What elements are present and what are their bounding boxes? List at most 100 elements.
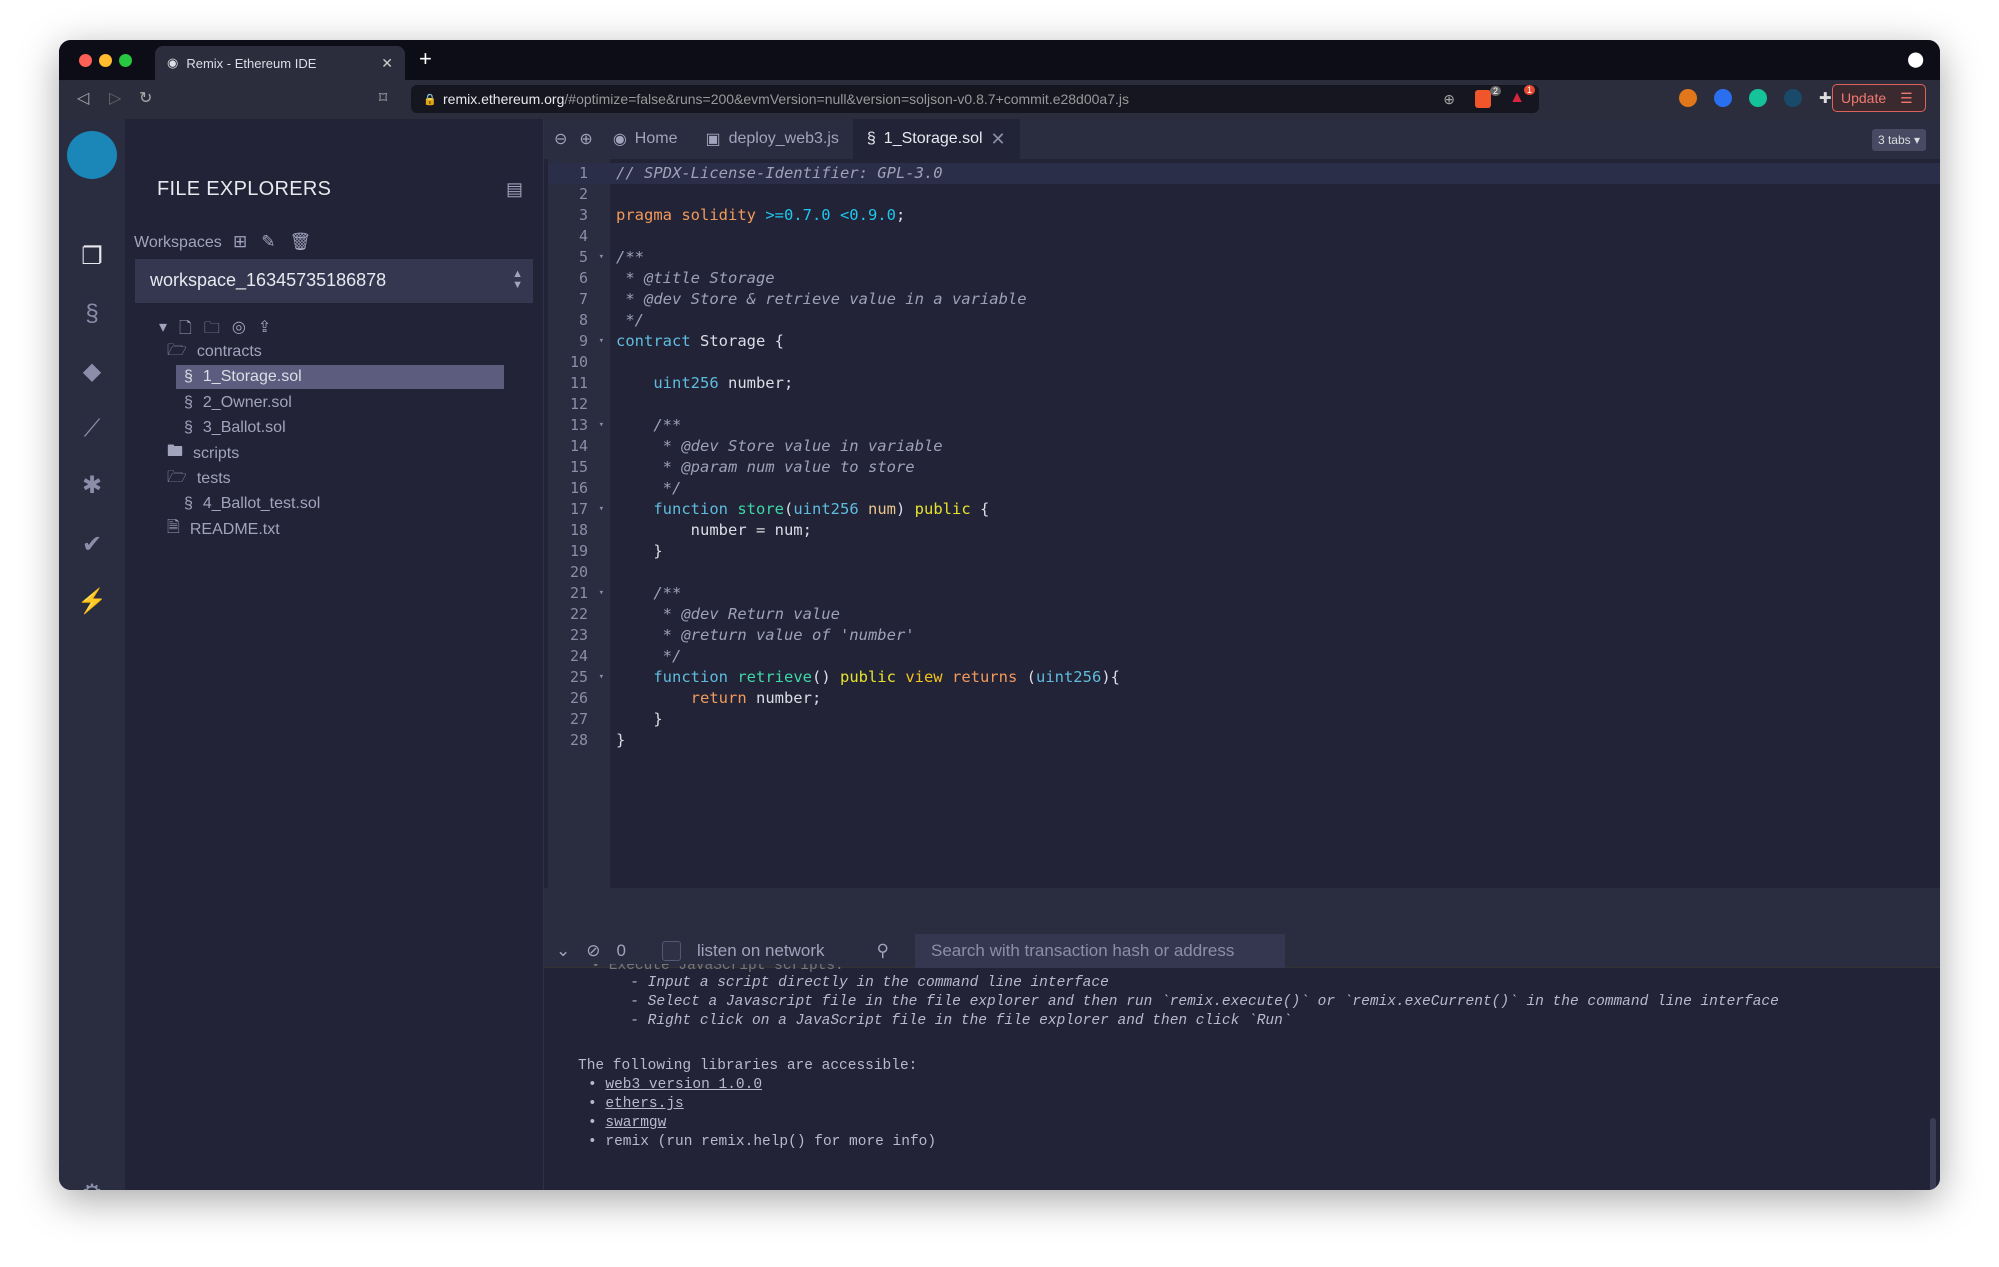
code-line[interactable]: pragma solidity >=0.7.0 <0.9.0; <box>616 205 905 226</box>
metamask-icon[interactable] <box>1679 89 1697 107</box>
zoom-icon[interactable]: ⊕ <box>1443 91 1455 108</box>
code-line[interactable]: contract Storage { <box>616 331 784 352</box>
browser-tab[interactable]: ◉ Remix - Ethereum IDE ✕ <box>155 46 405 80</box>
code-line[interactable]: // SPDX-License-Identifier: GPL-3.0 <box>616 163 943 184</box>
code-token: function <box>616 500 738 518</box>
ethers-link[interactable]: ethers.js <box>605 1096 683 1112</box>
back-icon[interactable]: ◁ <box>77 88 89 108</box>
terminal-scrollbar[interactable] <box>1930 1118 1936 1190</box>
code-line[interactable]: * @dev Store value in variable <box>616 436 943 457</box>
file-tree-item[interactable]: § 1_Storage.sol <box>176 365 504 390</box>
bookmark-icon[interactable]: ⌑ <box>379 88 387 108</box>
deploy-run-icon[interactable]: ◆ <box>77 357 107 387</box>
file-tree-item[interactable]: 🗎 README.txt <box>167 518 280 542</box>
fold-caret-icon[interactable]: ▾ <box>599 331 604 352</box>
panel-title: FILE EXPLORERS <box>157 178 332 200</box>
code-line[interactable]: /** <box>616 415 681 436</box>
testing-check-icon[interactable]: ✔ <box>77 530 107 560</box>
remix-logo-icon[interactable] <box>67 131 117 179</box>
solidity-file-icon: § <box>184 495 193 513</box>
code-line[interactable]: * @title Storage <box>616 268 774 289</box>
code-editor[interactable]: 1// SPDX-License-Identifier: GPL-3.0 2 3 pr… <box>544 159 1940 888</box>
code-line[interactable]: } <box>616 730 625 751</box>
clear-console-icon[interactable]: ⊘ <box>586 941 600 961</box>
shield-badge: 2 <box>1489 86 1501 96</box>
file-tree-item[interactable]: § 4_Ballot_test.sol <box>176 492 320 516</box>
code-line[interactable]: return number; <box>616 688 822 709</box>
close-tab-icon[interactable]: ✕ <box>991 129 1006 150</box>
plugin-manager-icon[interactable]: ⚡ <box>77 587 107 617</box>
collapse-terminal-icon[interactable]: ⌄ <box>556 941 570 961</box>
code-line[interactable]: */ <box>616 478 682 499</box>
code-line[interactable]: uint256 number; <box>616 373 793 394</box>
file-tree-item[interactable]: § 3_Ballot.sol <box>176 416 286 440</box>
code-line[interactable]: function store(uint256 num) public { <box>616 499 989 520</box>
code-line[interactable]: /** <box>616 583 681 604</box>
maximize-window-button[interactable] <box>119 54 132 67</box>
code-token: () <box>811 668 840 686</box>
code-line[interactable]: function retrieve() public view returns … <box>616 667 1120 688</box>
file-tree-item[interactable]: § 2_Owner.sol <box>176 391 292 415</box>
file-tree-item[interactable]: 🗁 contracts <box>167 340 262 364</box>
close-tab-icon[interactable]: ✕ <box>381 55 393 72</box>
file-tree-item[interactable]: 🗁 tests <box>167 467 231 491</box>
code-line[interactable]: } <box>616 709 662 730</box>
file-tree-item[interactable]: 🖿 scripts <box>167 442 239 466</box>
analysis-chart-icon[interactable]: ⟋ <box>77 414 107 444</box>
code-token: number; <box>727 374 794 392</box>
brave-shield-icon[interactable] <box>1475 90 1491 108</box>
close-window-button[interactable] <box>79 54 92 67</box>
url-field[interactable]: 🔒 remix.ethereum.org/#optimize=false&runs… <box>411 85 1539 113</box>
tab-home[interactable]: ◉ Home <box>599 119 692 159</box>
code-line[interactable]: number = num; <box>616 520 812 541</box>
code-line[interactable]: * @dev Return value <box>616 604 840 625</box>
code-line[interactable]: * @param num value to store <box>616 457 915 478</box>
web3-link[interactable]: web3 version 1.0.0 <box>605 1077 762 1093</box>
listen-network-checkbox[interactable] <box>661 941 681 961</box>
code-line[interactable]: */ <box>616 646 682 667</box>
update-button[interactable]: Update ☰ <box>1832 84 1926 112</box>
code-token: returns <box>951 668 1027 686</box>
code-line[interactable]: } <box>616 541 662 562</box>
code-token: uint256 <box>1035 668 1102 686</box>
fold-caret-icon[interactable]: ▾ <box>599 247 604 268</box>
line-number: 22 <box>569 605 588 623</box>
line-number: 11 <box>569 374 588 392</box>
swarmgw-link[interactable]: swarmgw <box>605 1115 666 1131</box>
debugger-bug-icon[interactable]: ✱ <box>77 471 107 501</box>
create-workspace-icon[interactable]: ⊞ <box>233 232 247 252</box>
fold-caret-icon[interactable]: ▾ <box>599 667 604 688</box>
collapse-caret-icon[interactable]: ▾ <box>159 317 167 344</box>
code-line[interactable]: /** <box>616 247 644 268</box>
documentation-icon[interactable]: ▤ <box>506 179 523 200</box>
zoom-in-icon[interactable]: ⊕ <box>573 129 598 149</box>
solidity-compiler-icon[interactable]: § <box>77 299 107 329</box>
tab-1-storage[interactable]: § 1_Storage.sol ✕ <box>852 119 1020 159</box>
tab-deploy-web3[interactable]: ▣ deploy_web3.js <box>691 119 852 159</box>
profile-menu-icon[interactable]: ⬤ <box>1907 50 1924 68</box>
tabs-dropdown[interactable]: 3 tabs ▾ <box>1871 129 1926 151</box>
extension-icon[interactable] <box>1714 89 1732 107</box>
code-line[interactable]: * @dev Store & retrieve value in a varia… <box>616 289 1026 310</box>
delete-workspace-icon[interactable]: 🗑 <box>290 232 312 252</box>
fold-caret-icon[interactable]: ▾ <box>599 415 604 436</box>
grammarly-icon[interactable] <box>1749 89 1767 107</box>
fold-caret-icon[interactable]: ▾ <box>599 583 604 604</box>
search-placeholder: Search with transaction hash or address <box>931 941 1235 960</box>
forward-icon[interactable]: ▷ <box>109 88 121 108</box>
zoom-out-icon[interactable]: ⊖ <box>544 129 573 149</box>
extension-2-icon[interactable] <box>1784 89 1802 107</box>
fold-caret-icon[interactable]: ▾ <box>599 499 604 520</box>
rewards-icon[interactable]: ▲ <box>1509 89 1525 107</box>
code-line[interactable]: */ <box>616 310 644 331</box>
reload-icon[interactable]: ↻ <box>139 88 152 108</box>
minimize-window-button[interactable] <box>99 54 112 67</box>
file-explorer-panel: FILE EXPLORERS ▤ Workspaces ⊞ ✎ 🗑 workspac… <box>125 119 544 1190</box>
new-tab-button[interactable]: + <box>419 46 432 72</box>
workspace-select[interactable]: workspace_16345735186878 ▲ ▼ <box>135 259 533 303</box>
rename-workspace-icon[interactable]: ✎ <box>261 232 275 252</box>
tx-search-input[interactable]: Search with transaction hash or address <box>915 934 1285 968</box>
file-explorer-icon[interactable]: ❐ <box>77 242 107 272</box>
code-line[interactable]: * @return value of 'number' <box>616 625 915 646</box>
settings-gear-icon[interactable]: ⚙ <box>77 1179 107 1190</box>
